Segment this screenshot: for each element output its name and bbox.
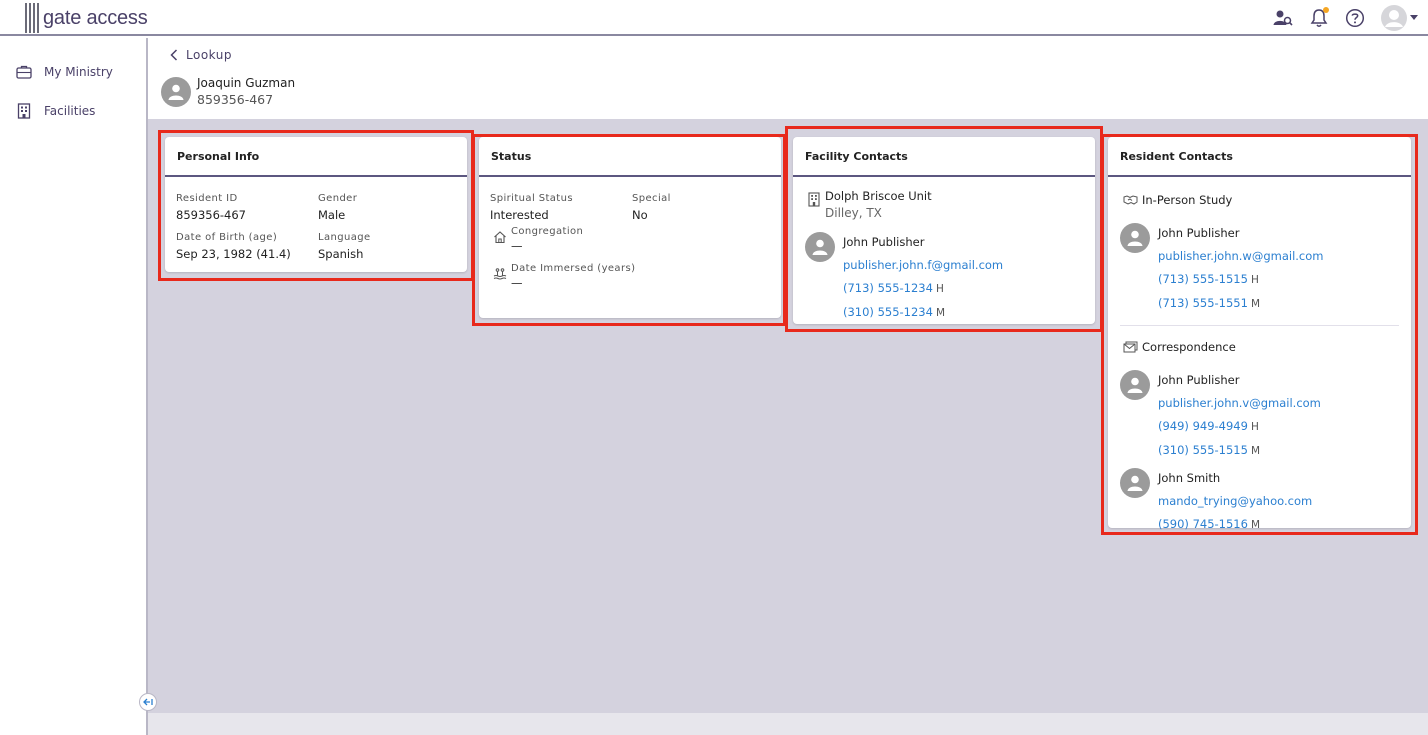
main-content: Lookup Joaquin Guzman 859356-467 Persona… (148, 38, 1428, 735)
logo-bars-icon (25, 3, 39, 33)
header-actions (1272, 3, 1418, 33)
chevron-left-icon (170, 49, 178, 61)
sidebar-item-label: Facilities (44, 104, 96, 118)
collapse-sidebar-button[interactable] (139, 693, 157, 711)
back-to-lookup-link[interactable]: Lookup (170, 48, 232, 62)
footer-strip (148, 713, 1428, 735)
building-icon (16, 103, 32, 119)
sidebar-item-label: My Ministry (44, 65, 113, 79)
user-avatar-icon (1381, 5, 1407, 31)
breadcrumb-label: Lookup (186, 48, 232, 62)
resident-header: Joaquin Guzman 859356-467 (161, 76, 295, 107)
logo-text: gate access (43, 6, 148, 29)
briefcase-icon (16, 64, 32, 80)
highlight-box (1101, 134, 1418, 535)
collapse-left-icon (143, 698, 153, 706)
user-menu[interactable] (1380, 4, 1418, 32)
bell-icon[interactable] (1308, 7, 1330, 29)
avatar (161, 76, 191, 107)
top-bar: gate access (0, 0, 1428, 36)
sidebar-item-my-ministry[interactable]: My Ministry (16, 64, 113, 80)
notification-dot (1323, 7, 1329, 13)
app-logo[interactable]: gate access (25, 2, 148, 34)
user-search-icon[interactable] (1272, 7, 1294, 29)
highlight-box (472, 134, 786, 326)
help-icon[interactable] (1344, 7, 1366, 29)
resident-id: 859356-467 (197, 92, 274, 107)
chevron-down-icon (1410, 15, 1418, 20)
resident-name: Joaquin Guzman (197, 76, 296, 90)
sidebar: My Ministry Facilities (0, 38, 148, 735)
highlight-box (158, 130, 474, 281)
sidebar-item-facilities[interactable]: Facilities (16, 103, 95, 119)
highlight-box (785, 126, 1103, 332)
person-icon (168, 84, 184, 100)
